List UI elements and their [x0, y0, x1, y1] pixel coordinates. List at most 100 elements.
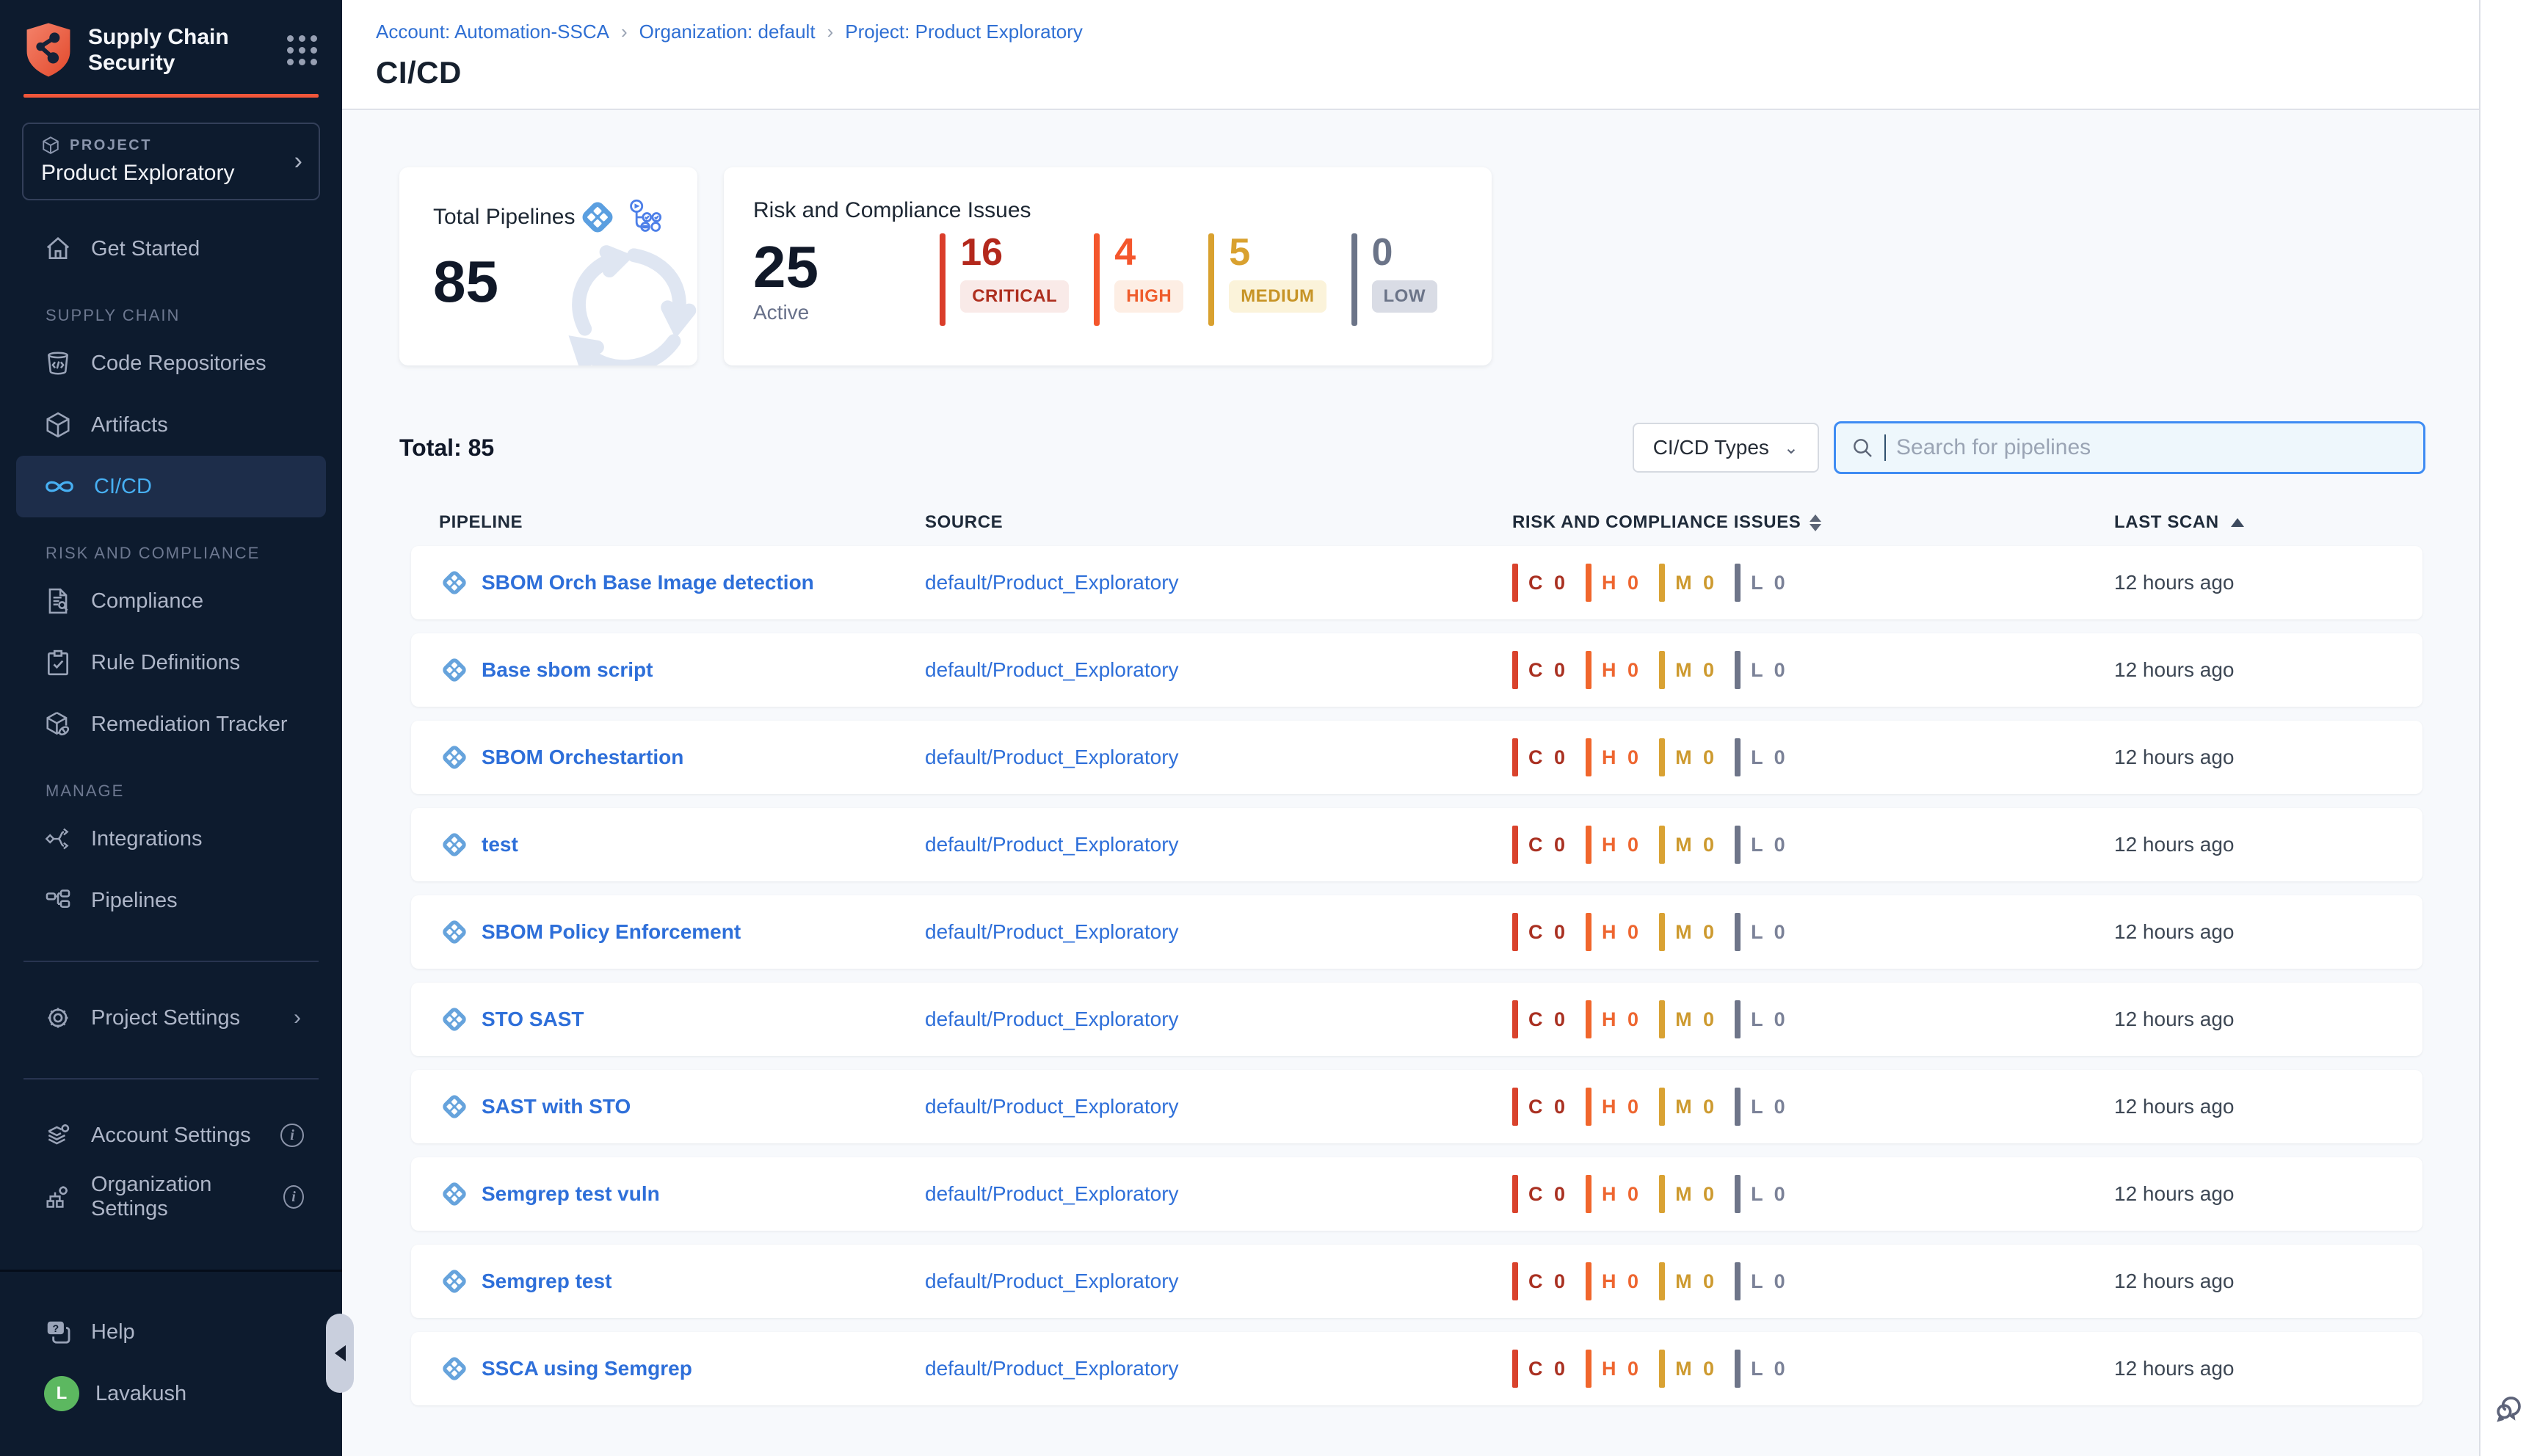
sidebar-item-compliance[interactable]: Compliance [0, 570, 342, 632]
pipeline-search[interactable] [1834, 421, 2425, 474]
pipeline-source-link[interactable]: default/Product_Exploratory [925, 1357, 1512, 1380]
table-row[interactable]: SBOM Policy Enforcement default/Product_… [411, 895, 2422, 969]
sidebar-item-label: Rule Definitions [91, 651, 240, 675]
last-scan-value: 12 hours ago [2114, 746, 2422, 769]
pipeline-name-link[interactable]: SAST with STO [482, 1095, 631, 1118]
sidebar-item-integrations[interactable]: Integrations [0, 808, 342, 870]
table-row[interactable]: test default/Product_Exploratory C 0 H 0… [411, 808, 2422, 881]
last-scan-value: 12 hours ago [2114, 1095, 2422, 1118]
low-count-badge: L 0 [1735, 564, 1788, 602]
pipeline-diamond-icon [439, 917, 470, 947]
total-count-label: Total: 85 [399, 434, 494, 462]
chevron-right-icon: › [294, 1005, 301, 1030]
pipeline-name-link[interactable]: test [482, 833, 518, 856]
user-avatar[interactable]: L [44, 1376, 79, 1411]
active-issues-count: 25 [753, 238, 940, 296]
sidebar-item-rule-definitions[interactable]: Rule Definitions [0, 632, 342, 694]
pipeline-name-link[interactable]: Semgrep test [482, 1270, 611, 1293]
table-row[interactable]: Semgrep test default/Product_Exploratory… [411, 1245, 2422, 1318]
cicd-types-dropdown-label: CI/CD Types [1653, 436, 1769, 459]
search-input[interactable] [1896, 435, 2409, 460]
pipeline-source-link[interactable]: default/Product_Exploratory [925, 746, 1512, 769]
column-header-risk-issues[interactable]: RISK AND COMPLIANCE ISSUES [1512, 512, 2114, 533]
critical-count-badge: C 0 [1512, 1088, 1568, 1126]
table-row[interactable]: SBOM Orch Base Image detection default/P… [411, 546, 2422, 619]
pipeline-name-link[interactable]: SBOM Orch Base Image detection [482, 571, 814, 594]
sidebar-item-label: Get Started [91, 237, 200, 261]
table-row[interactable]: SBOM Orchestartion default/Product_Explo… [411, 721, 2422, 794]
column-header-source[interactable]: SOURCE [925, 512, 1512, 533]
critical-count-badge: C 0 [1512, 1262, 1568, 1300]
sidebar-item-get-started[interactable]: Get Started [0, 218, 342, 280]
project-selector[interactable]: PROJECT Product Exploratory › [22, 123, 320, 200]
breadcrumb-project[interactable]: Project: Product Exploratory [845, 21, 1083, 43]
total-pipelines-title: Total Pipelines [433, 205, 575, 230]
column-header-pipeline[interactable]: PIPELINE [439, 512, 925, 533]
sidebar-item-pipelines[interactable]: Pipelines [0, 870, 342, 931]
sidebar-item-account-settings[interactable]: Account Settings i [0, 1104, 342, 1166]
breadcrumb-account[interactable]: Account: Automation-SSCA [376, 21, 609, 43]
low-count-badge: L 0 [1735, 1000, 1788, 1038]
table-header-row: PIPELINE SOURCE RISK AND COMPLIANCE ISSU… [411, 512, 2422, 533]
pipeline-name-link[interactable]: STO SAST [482, 1008, 584, 1031]
sidebar-nav: Get Started SUPPLY CHAIN Code Repositori… [0, 218, 342, 1228]
organization-settings-icon [44, 1183, 72, 1211]
medium-count-badge: M 0 [1659, 826, 1717, 864]
summary-cards: Total Pipelines 85 Risk and Compliance I… [399, 167, 2479, 365]
pipeline-source-link[interactable]: default/Product_Exploratory [925, 833, 1512, 856]
high-count-badge: H 0 [1586, 1350, 1641, 1388]
pipeline-source-link[interactable]: default/Product_Exploratory [925, 571, 1512, 594]
table-row[interactable]: Base sbom script default/Product_Explora… [411, 633, 2422, 707]
table-row[interactable]: SAST with STO default/Product_Explorator… [411, 1070, 2422, 1143]
sidebar-item-remediation-tracker[interactable]: Remediation Tracker [0, 694, 342, 755]
compliance-document-icon [44, 587, 72, 615]
info-icon[interactable]: i [280, 1124, 304, 1147]
critical-count-badge: C 0 [1512, 1350, 1568, 1388]
medium-count-badge: M 0 [1659, 564, 1717, 602]
pipeline-name-link[interactable]: SBOM Policy Enforcement [482, 920, 741, 944]
pipeline-issue-badges: C 0 H 0 M 0 L 0 [1512, 738, 2114, 776]
pipeline-source-link[interactable]: default/Product_Exploratory [925, 920, 1512, 944]
app-switcher-grid-icon[interactable] [287, 35, 317, 65]
sidebar-item-artifacts[interactable]: Artifacts [0, 394, 342, 456]
project-selector-name: Product Exploratory [41, 161, 301, 186]
pipeline-source-link[interactable]: default/Product_Exploratory [925, 1008, 1512, 1031]
pipeline-name-link[interactable]: Base sbom script [482, 658, 653, 682]
low-count-badge: L 0 [1735, 1088, 1788, 1126]
low-count-badge: L 0 [1735, 1262, 1788, 1300]
pipeline-source-link[interactable]: default/Product_Exploratory [925, 1270, 1512, 1293]
table-row[interactable]: Semgrep test vuln default/Product_Explor… [411, 1157, 2422, 1231]
breadcrumb-organization[interactable]: Organization: default [639, 21, 816, 43]
info-icon[interactable]: i [283, 1185, 304, 1209]
sidebar-item-help[interactable]: ? Help [0, 1301, 342, 1363]
pipeline-issue-badges: C 0 H 0 M 0 L 0 [1512, 1175, 2114, 1213]
sidebar-collapse-handle[interactable] [326, 1314, 354, 1393]
pipeline-name-link[interactable]: Semgrep test vuln [482, 1182, 660, 1206]
pipeline-source-link[interactable]: default/Product_Exploratory [925, 1095, 1512, 1118]
app-title: Supply Chain Security [88, 22, 271, 76]
sidebar-item-user-profile[interactable]: L Lavakush [0, 1363, 342, 1424]
sidebar-item-project-settings[interactable]: Project Settings › [0, 987, 342, 1049]
sidebar-item-cicd[interactable]: CI/CD [16, 456, 326, 517]
last-scan-value: 12 hours ago [2114, 1008, 2422, 1031]
pipeline-issue-badges: C 0 H 0 M 0 L 0 [1512, 1350, 2114, 1388]
pipeline-issue-badges: C 0 H 0 M 0 L 0 [1512, 651, 2114, 689]
critical-count-badge: C 0 [1512, 1175, 1568, 1213]
table-row[interactable]: SSCA using Semgrep default/Product_Explo… [411, 1332, 2422, 1405]
pipeline-diamond-icon [578, 198, 617, 236]
sidebar-item-organization-settings[interactable]: Organization Settings i [0, 1166, 342, 1228]
support-chat-icon[interactable] [2491, 1388, 2529, 1427]
workflow-dag-icon [625, 198, 664, 236]
pipeline-name-link[interactable]: SSCA using Semgrep [482, 1357, 692, 1380]
pipeline-diamond-icon [439, 1004, 470, 1035]
cicd-types-dropdown[interactable]: CI/CD Types ⌄ [1633, 423, 1819, 473]
artifact-cube-icon [44, 411, 72, 439]
severity-bar [1094, 233, 1100, 326]
pipeline-source-link[interactable]: default/Product_Exploratory [925, 658, 1512, 682]
sidebar-item-code-repositories[interactable]: Code Repositories [0, 332, 342, 394]
pipeline-name-link[interactable]: SBOM Orchestartion [482, 746, 683, 769]
severity-bar [1351, 233, 1357, 326]
pipeline-source-link[interactable]: default/Product_Exploratory [925, 1182, 1512, 1206]
table-row[interactable]: STO SAST default/Product_Exploratory C 0… [411, 983, 2422, 1056]
column-header-last-scan[interactable]: LAST SCAN [2114, 512, 2422, 533]
